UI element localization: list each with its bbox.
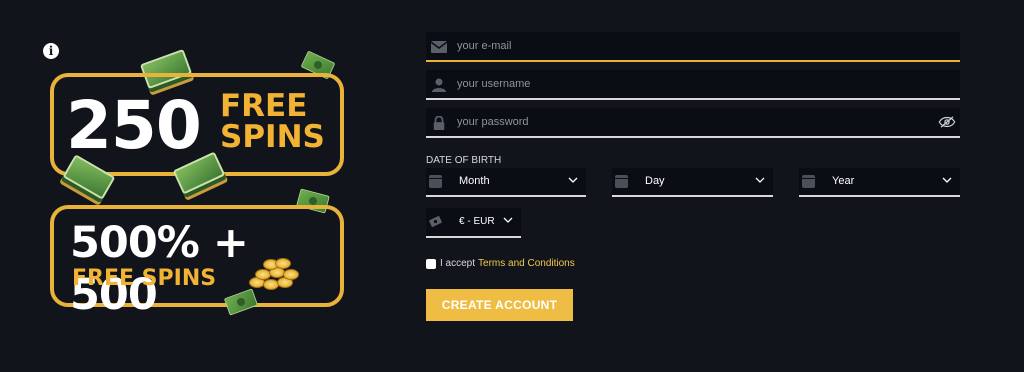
password-field (426, 108, 960, 138)
terms-link[interactable]: Terms and Conditions (478, 258, 575, 269)
money-icon (429, 216, 442, 227)
spins-label: FREE SPINS (220, 88, 325, 155)
currency-select-label: € - EUR (459, 216, 495, 227)
accept-text: I accept (440, 258, 476, 269)
day-select[interactable]: Day (612, 168, 773, 197)
year-select[interactable]: Year (799, 168, 960, 197)
lock-icon (433, 116, 445, 130)
email-input[interactable] (454, 32, 934, 60)
day-select-label: Day (645, 175, 665, 187)
currency-select[interactable]: € - EUR (426, 208, 521, 238)
spins-count: 250 (66, 87, 202, 164)
username-input[interactable] (454, 70, 934, 98)
chevron-down-icon (503, 217, 513, 223)
chevron-down-icon (755, 177, 765, 183)
calendar-icon (615, 175, 628, 188)
envelope-icon (431, 41, 447, 53)
chevron-down-icon (942, 177, 952, 183)
gold-coins-decoration (245, 255, 305, 295)
calendar-icon (802, 175, 815, 188)
email-field (426, 32, 960, 62)
month-select[interactable]: Month (426, 168, 586, 197)
password-input[interactable] (454, 108, 934, 136)
dob-label: DATE OF BIRTH (426, 155, 502, 166)
info-icon[interactable]: i (43, 43, 59, 59)
year-select-label: Year (832, 175, 855, 187)
bonus-spins-label: FREE SPINS (72, 266, 217, 291)
terms-checkbox[interactable] (426, 258, 436, 269)
terms-consent: I accept Terms and Conditions (426, 258, 575, 269)
chevron-down-icon (568, 177, 578, 183)
month-select-label: Month (459, 175, 490, 187)
create-account-button[interactable]: CREATE ACCOUNT (426, 289, 573, 321)
calendar-icon (429, 175, 442, 188)
user-icon (432, 78, 446, 92)
eye-slash-icon[interactable] (938, 116, 956, 128)
username-field (426, 70, 960, 100)
